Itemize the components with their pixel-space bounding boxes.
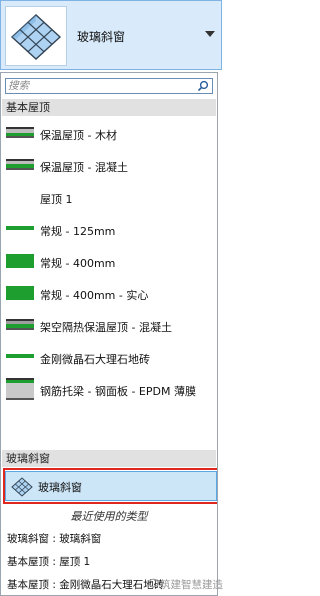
watermark: 筑建智慧建造	[148, 577, 223, 592]
layered-gray-swatch-icon	[6, 319, 34, 330]
list-item[interactable]: 屋顶 1	[2, 182, 216, 214]
watermark-text: 筑建智慧建造	[160, 579, 223, 591]
list-item[interactable]: 金刚微晶石大理石地砖	[2, 342, 216, 374]
glazed-roof-icon	[5, 6, 67, 66]
thin-green-swatch-icon	[6, 226, 34, 230]
type-selector: 玻璃斜窗 基本屋顶 保温屋顶 - 木材	[0, 0, 232, 596]
type-dropdown-panel: 基本屋顶 保温屋顶 - 木材 保温屋顶 - 混凝土 屋顶 1	[0, 72, 218, 596]
search-box[interactable]	[5, 78, 213, 94]
selected-type-name: 玻璃斜窗	[77, 30, 126, 44]
list-item[interactable]: 保温屋顶 - 木材	[2, 118, 216, 150]
list-item[interactable]: 常规 - 400mm	[2, 246, 216, 278]
list-item-label: 屋顶 1	[40, 193, 73, 206]
thick-green-swatch-icon	[6, 286, 34, 300]
list-item-label: 玻璃斜窗	[38, 481, 82, 494]
thick-green-swatch-icon	[6, 254, 34, 268]
recent-item[interactable]: 玻璃斜窗 : 玻璃斜窗	[7, 531, 101, 546]
list-item-label: 钢筋托梁 - 钢面板 - EPDM 薄膜	[40, 385, 196, 398]
list-item[interactable]: 常规 - 125mm	[2, 214, 216, 246]
list-item-selected[interactable]: 玻璃斜窗	[5, 471, 217, 501]
list-item-label: 常规 - 400mm	[40, 257, 116, 270]
glazed-roof-icon	[11, 477, 33, 497]
group-header-sloped-glazing: 玻璃斜窗	[2, 450, 216, 467]
layered-gray-tall-swatch-icon	[6, 378, 34, 400]
list-item[interactable]: 保温屋顶 - 混凝土	[2, 150, 216, 182]
list-item[interactable]: 架空隔热保温屋顶 - 混凝土	[2, 310, 216, 342]
recent-item[interactable]: 基本屋顶 : 金刚微晶石大理石地砖	[7, 577, 164, 592]
search-icon[interactable]	[197, 80, 209, 92]
thin-green-swatch-icon	[6, 354, 34, 358]
group-header-basic-roof: 基本屋顶	[2, 99, 216, 116]
recent-types-header: 最近使用的类型	[70, 510, 148, 523]
list-item-label: 常规 - 400mm - 实心	[40, 289, 149, 302]
type-selector-header[interactable]: 玻璃斜窗	[0, 0, 222, 70]
recent-item[interactable]: 基本屋顶 : 屋顶 1	[7, 554, 90, 569]
list-item[interactable]: 常规 - 400mm - 实心	[2, 278, 216, 310]
list-item-label: 架空隔热保温屋顶 - 混凝土	[40, 321, 172, 334]
chevron-down-icon[interactable]	[205, 31, 215, 37]
list-item-label: 常规 - 125mm	[40, 225, 116, 238]
list-item-label: 保温屋顶 - 混凝土	[40, 161, 128, 174]
layered-gray-swatch-icon	[6, 127, 34, 138]
list-item[interactable]: 钢筋托梁 - 钢面板 - EPDM 薄膜	[2, 374, 216, 406]
list-item-label: 金刚微晶石大理石地砖	[40, 353, 150, 366]
chat-bubble-icon	[148, 578, 159, 588]
search-input[interactable]	[8, 79, 194, 93]
layered-gray-swatch-icon	[6, 159, 34, 170]
list-item-label: 保温屋顶 - 木材	[40, 129, 117, 142]
